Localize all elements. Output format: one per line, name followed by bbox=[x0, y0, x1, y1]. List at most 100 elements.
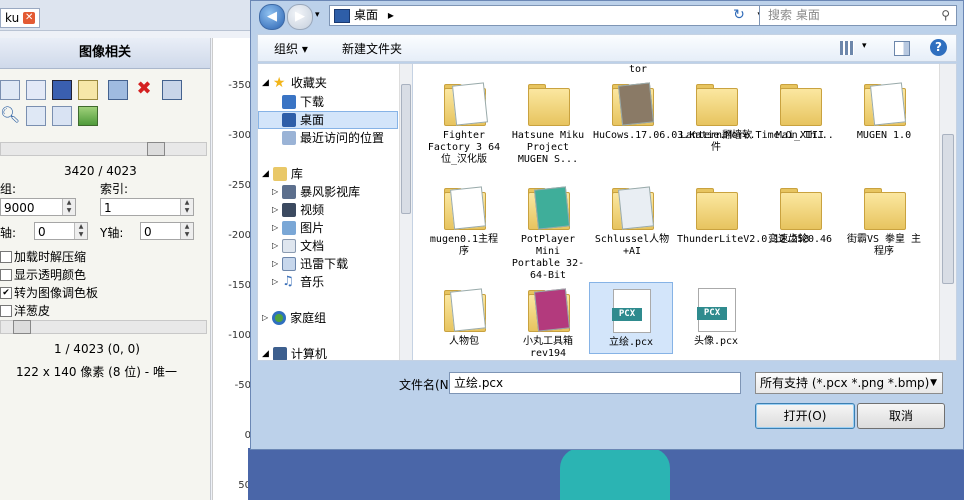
tree-item-label: 文档 bbox=[300, 239, 325, 253]
refresh-icon[interactable]: ↻ bbox=[727, 5, 751, 26]
image-export-icon[interactable] bbox=[52, 106, 72, 126]
file-item[interactable]: HuCows.17.06.03.Katie.More.Time.On.Th... bbox=[593, 80, 834, 142]
file-item[interactable]: Fighter Factory 3 64位_汉化版 bbox=[425, 80, 503, 166]
folder-icon bbox=[862, 80, 907, 126]
checkbox-box[interactable] bbox=[0, 269, 12, 281]
crop-icon[interactable] bbox=[26, 106, 46, 126]
frame-slider[interactable] bbox=[0, 320, 207, 334]
breadcrumb-arrow-icon[interactable]: ▸ bbox=[388, 8, 394, 22]
tree-item-recent[interactable]: 最近访问的位置 bbox=[282, 129, 384, 147]
tree-item-libraries[interactable]: ◢ 库 bbox=[262, 165, 303, 183]
file-item[interactable]: mugen0.1主程序 bbox=[425, 184, 503, 258]
tree-item-computer[interactable]: ◢ 计算机 bbox=[262, 345, 327, 360]
remove-image-icon[interactable] bbox=[162, 80, 182, 100]
file-item[interactable]: 变速齿轮0.46 bbox=[761, 184, 839, 246]
file-item[interactable]: PCX 头像.pcx bbox=[677, 286, 755, 348]
slider-thumb[interactable] bbox=[147, 142, 165, 156]
cancel-button[interactable]: 取消 bbox=[857, 403, 945, 429]
back-arrow-icon[interactable]: ◀ bbox=[259, 4, 285, 30]
file-item[interactable]: 人物包 bbox=[425, 286, 503, 348]
checkbox-box[interactable] bbox=[0, 251, 12, 263]
history-dropdown-icon[interactable]: ▾ bbox=[315, 10, 320, 20]
index-input[interactable]: 1 ▲ ▼ bbox=[100, 198, 194, 216]
file-item[interactable]: Lantern翻墙软件 bbox=[677, 80, 755, 154]
zoom-icon[interactable]: 🔍︎ bbox=[0, 106, 20, 124]
checkbox-image-palette[interactable]: ✔ 转为图像调色板 bbox=[0, 284, 200, 302]
file-item-selected[interactable]: PCX 立绘.pcx bbox=[589, 282, 673, 354]
document-tab[interactable]: ku ✕ bbox=[0, 8, 41, 28]
file-name: 立绘.pcx bbox=[608, 337, 654, 348]
file-item[interactable]: 街霸VS 拳皇 主程序 bbox=[845, 184, 923, 258]
spin-arrows-icon[interactable]: ▲ ▼ bbox=[180, 223, 193, 239]
folder-icon bbox=[526, 184, 571, 230]
group-input[interactable]: 9000 ▲ ▼ bbox=[0, 198, 76, 216]
file-item[interactable]: ThunderLiteV2.0.12.258 bbox=[677, 184, 809, 246]
new-folder-button[interactable]: 新建文件夹 bbox=[342, 40, 402, 57]
help-icon[interactable]: ? bbox=[930, 39, 947, 56]
file-item[interactable]: Mai_XIII bbox=[761, 80, 839, 142]
open-button[interactable]: 打开(O) bbox=[755, 403, 855, 429]
file-item[interactable]: 小丸工具箱rev194 bbox=[509, 286, 587, 360]
landscape-icon[interactable] bbox=[78, 106, 98, 126]
tree-item-music[interactable]: ▷ ♫ 音乐 bbox=[272, 273, 324, 291]
pcx-import-icon[interactable] bbox=[26, 80, 46, 100]
file-item[interactable]: Schlussel人物+AI bbox=[593, 184, 671, 258]
address-path: 桌面 bbox=[354, 8, 379, 22]
y-axis-input[interactable]: 0 ▲ ▼ bbox=[140, 222, 194, 240]
spin-arrows-icon[interactable]: ▲ ▼ bbox=[74, 223, 87, 239]
checkbox-onion-skin[interactable]: 洋葱皮 bbox=[0, 302, 200, 320]
checkbox-box-checked[interactable]: ✔ bbox=[0, 287, 12, 299]
chevron-down-icon[interactable]: ▼ bbox=[930, 373, 937, 393]
partial-file-label: tor bbox=[629, 64, 648, 75]
view-options-icon[interactable] bbox=[840, 41, 854, 55]
tree-item-video-library[interactable]: ▷ 暴风影视库 bbox=[272, 183, 360, 201]
dialog-toolbar: 组织 ▾ 新建文件夹 ▾ ? bbox=[257, 34, 957, 62]
tree-item-desktop[interactable]: 桌面 bbox=[282, 111, 324, 129]
tree-item-documents[interactable]: ▷ 文档 bbox=[272, 237, 324, 255]
search-icon[interactable]: ⚲ bbox=[941, 6, 950, 25]
file-name: 头像.pcx bbox=[693, 336, 739, 347]
file-list-scrollbar[interactable] bbox=[939, 64, 956, 360]
checkbox-show-transparent[interactable]: 显示透明颜色 bbox=[0, 266, 200, 284]
video-library-icon bbox=[282, 185, 297, 199]
y-axis-value: 0 bbox=[144, 225, 152, 239]
x-axis-input[interactable]: 0 ▲ ▼ bbox=[34, 222, 88, 240]
preview-pane-icon[interactable] bbox=[894, 41, 910, 56]
image-view-icon[interactable] bbox=[108, 80, 128, 100]
checkbox-decompress[interactable]: 加载时解压缩 bbox=[0, 248, 200, 266]
view-dropdown-icon[interactable]: ▾ bbox=[862, 41, 867, 51]
tree-item-pictures[interactable]: ▷ 图片 bbox=[272, 219, 324, 237]
tree-item-downloads[interactable]: 下载 bbox=[282, 93, 324, 111]
forward-arrow-icon[interactable]: ▶ bbox=[287, 4, 313, 30]
checkbox-box[interactable] bbox=[0, 305, 12, 317]
tree-item-favorites[interactable]: ◢ ★ 收藏夹 bbox=[262, 74, 327, 92]
address-bar[interactable]: 桌面 ▸ ▾ bbox=[329, 5, 769, 26]
pcx-open-icon[interactable] bbox=[0, 80, 20, 100]
search-input[interactable]: 搜索 桌面 ⚲ bbox=[759, 5, 957, 26]
filetype-select[interactable]: 所有支持 (*.pcx *.png *.bmp) ▼ bbox=[755, 372, 943, 394]
file-item[interactable]: MUGEN 1.0 bbox=[845, 80, 923, 142]
gif-edit-icon[interactable] bbox=[78, 80, 98, 100]
organize-button[interactable]: 组织 ▾ bbox=[274, 40, 308, 57]
tree-item-label: 最近访问的位置 bbox=[300, 131, 385, 145]
pcx-save-icon[interactable] bbox=[52, 80, 72, 100]
tree-item-videos[interactable]: ▷ 视频 bbox=[272, 201, 324, 219]
tree-selection-highlight bbox=[258, 111, 398, 129]
delete-icon[interactable]: ✖ bbox=[135, 80, 153, 98]
tree-item-homegroup[interactable]: ▷ 家庭组 bbox=[262, 309, 326, 327]
tree-item-thunder[interactable]: ▷ 迅雷下载 bbox=[272, 255, 348, 273]
slider-thumb[interactable] bbox=[13, 320, 31, 334]
homegroup-icon bbox=[272, 311, 287, 325]
spin-arrows-icon[interactable]: ▲ ▼ bbox=[62, 199, 75, 215]
image-slider[interactable] bbox=[0, 142, 207, 156]
spin-arrows-icon[interactable]: ▲ ▼ bbox=[180, 199, 193, 215]
file-item[interactable]: PotPlayer Mini Portable 32-64-Bit bbox=[509, 184, 587, 282]
scrollbar-thumb[interactable] bbox=[401, 84, 411, 214]
filename-input[interactable]: 立绘.pcx bbox=[449, 372, 741, 394]
tree-scrollbar[interactable] bbox=[399, 64, 412, 360]
folder-icon bbox=[526, 286, 571, 332]
file-item[interactable]: Hatsune Miku Project MUGEN S... bbox=[509, 80, 587, 166]
scrollbar-thumb[interactable] bbox=[942, 134, 954, 284]
close-icon[interactable]: ✕ bbox=[23, 12, 36, 24]
ruler-tick: -350 bbox=[228, 80, 251, 91]
